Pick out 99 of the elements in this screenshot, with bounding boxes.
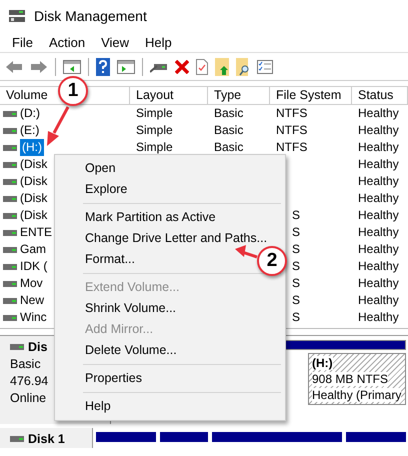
volume-name[interactable]: (Disk: [20, 207, 48, 224]
drive-icon: [3, 314, 17, 320]
disk-name: Dis: [28, 340, 48, 354]
menu-item[interactable]: File: [4, 34, 41, 50]
callout-arrow: [44, 105, 72, 147]
volume-name[interactable]: (E:): [20, 122, 40, 139]
drive-icon: [3, 264, 17, 270]
partition-detail: 908 MB NTFS: [312, 372, 388, 386]
table-cell: Simple: [136, 105, 173, 122]
menu-item[interactable]: Help: [137, 34, 180, 50]
checklist-icon[interactable]: [257, 60, 273, 74]
partition-bar: [346, 432, 406, 442]
table-cell: NTFS: [276, 122, 308, 139]
volume-name[interactable]: (Disk: [20, 173, 48, 190]
drive-icon: [3, 212, 17, 218]
disk-name: Disk 1: [28, 432, 65, 446]
table-cell: S: [292, 207, 300, 224]
table-cell: S: [292, 241, 300, 258]
disk-status: Online: [10, 391, 48, 405]
table-cell: Simple: [136, 122, 173, 139]
partition-name: (H:): [312, 356, 333, 370]
column-header[interactable]: Layout: [130, 86, 208, 105]
volume-name[interactable]: ENTE: [20, 224, 52, 241]
menu-item[interactable]: Help: [57, 396, 115, 417]
console-tree-icon[interactable]: [63, 60, 81, 74]
volume-name[interactable]: (D:): [20, 105, 40, 122]
table-cell: S: [292, 275, 300, 292]
drive-icon: [3, 298, 17, 304]
disk-drive-icon: [8, 9, 26, 23]
menu-item[interactable]: Action: [40, 34, 94, 50]
drive-icon: [10, 344, 24, 350]
table-cell: Healthy: [358, 292, 399, 309]
callout-arrow: [234, 244, 258, 260]
volume-name[interactable]: New: [20, 292, 44, 309]
drive-icon: [3, 110, 17, 116]
window-title: Disk Management: [34, 8, 147, 24]
table-cell: Healthy: [358, 275, 399, 292]
help-icon[interactable]: [96, 58, 110, 76]
disk-type: Basic: [10, 357, 42, 371]
volume-name[interactable]: (Disk: [20, 190, 48, 207]
drive-icon: [3, 178, 17, 184]
table-cell: Healthy: [358, 156, 399, 173]
menu-item[interactable]: Open: [57, 158, 120, 179]
folder-search-icon[interactable]: [236, 58, 250, 76]
partition-bar: [96, 432, 156, 442]
table-cell: S: [292, 224, 300, 241]
table-cell: Healthy: [358, 190, 399, 207]
table-cell: Basic: [214, 122, 244, 139]
volume-name[interactable]: Mov: [20, 275, 43, 292]
delete-icon[interactable]: [175, 60, 189, 74]
menu-item[interactable]: Mark Partition as Active: [57, 207, 220, 228]
drive-icon: [3, 246, 17, 252]
table-cell: Healthy: [358, 122, 399, 139]
drive-icon: [3, 196, 17, 202]
menu-item[interactable]: Properties: [57, 368, 146, 389]
back-arrow-icon[interactable]: [5, 60, 23, 74]
table-cell: Healthy: [358, 241, 399, 258]
action-pane-icon[interactable]: [117, 60, 135, 74]
table-cell: S: [292, 292, 300, 309]
drive-icon: [3, 128, 17, 134]
table-cell: Healthy: [358, 207, 399, 224]
table-cell: Basic: [214, 139, 244, 156]
table-cell: Healthy: [358, 224, 399, 241]
column-header[interactable]: Status: [352, 86, 408, 105]
partition-bar: [160, 432, 208, 442]
table-cell: Healthy: [358, 258, 399, 275]
drive-icon: [3, 162, 17, 168]
drive-icon: [3, 280, 17, 286]
column-header[interactable]: Type: [208, 86, 270, 105]
menu-item[interactable]: Delete Volume...: [57, 340, 181, 361]
drive-icon: [3, 230, 17, 236]
menu-item[interactable]: Explore: [57, 179, 132, 200]
table-cell: Healthy: [358, 139, 399, 156]
menu-item[interactable]: Change Drive Letter and Paths...: [57, 228, 272, 249]
drive-icon: [3, 144, 17, 150]
menu-item[interactable]: View: [93, 34, 138, 50]
table-cell: NTFS: [276, 139, 308, 156]
menu-item[interactable]: Shrink Volume...: [57, 298, 180, 319]
partition-block[interactable]: (H:) 908 MB NTFS Healthy (Primary: [308, 353, 406, 405]
table-cell: S: [292, 258, 300, 275]
volume-name[interactable]: (Disk: [20, 156, 48, 173]
partition-status: Healthy (Primary: [312, 388, 402, 402]
volume-name[interactable]: (H:): [20, 139, 44, 156]
table-cell: Basic: [214, 105, 244, 122]
volume-name[interactable]: Gam: [20, 241, 46, 258]
table-cell: Healthy: [358, 309, 399, 326]
menu-item[interactable]: Format...: [57, 249, 140, 270]
checked-document-icon[interactable]: [196, 58, 208, 74]
drive-icon: [10, 436, 24, 442]
column-header[interactable]: File System: [270, 86, 352, 105]
forward-arrow-icon[interactable]: [30, 60, 48, 74]
volume-name[interactable]: Winc: [20, 309, 47, 326]
step-number-badge: 1: [58, 76, 88, 106]
volume-name[interactable]: IDK (: [20, 258, 48, 275]
table-cell: NTFS: [276, 105, 308, 122]
table-cell: Healthy: [358, 173, 399, 190]
table-cell: S: [292, 309, 300, 326]
table-cell: Healthy: [358, 105, 399, 122]
table-cell: Simple: [136, 139, 173, 156]
